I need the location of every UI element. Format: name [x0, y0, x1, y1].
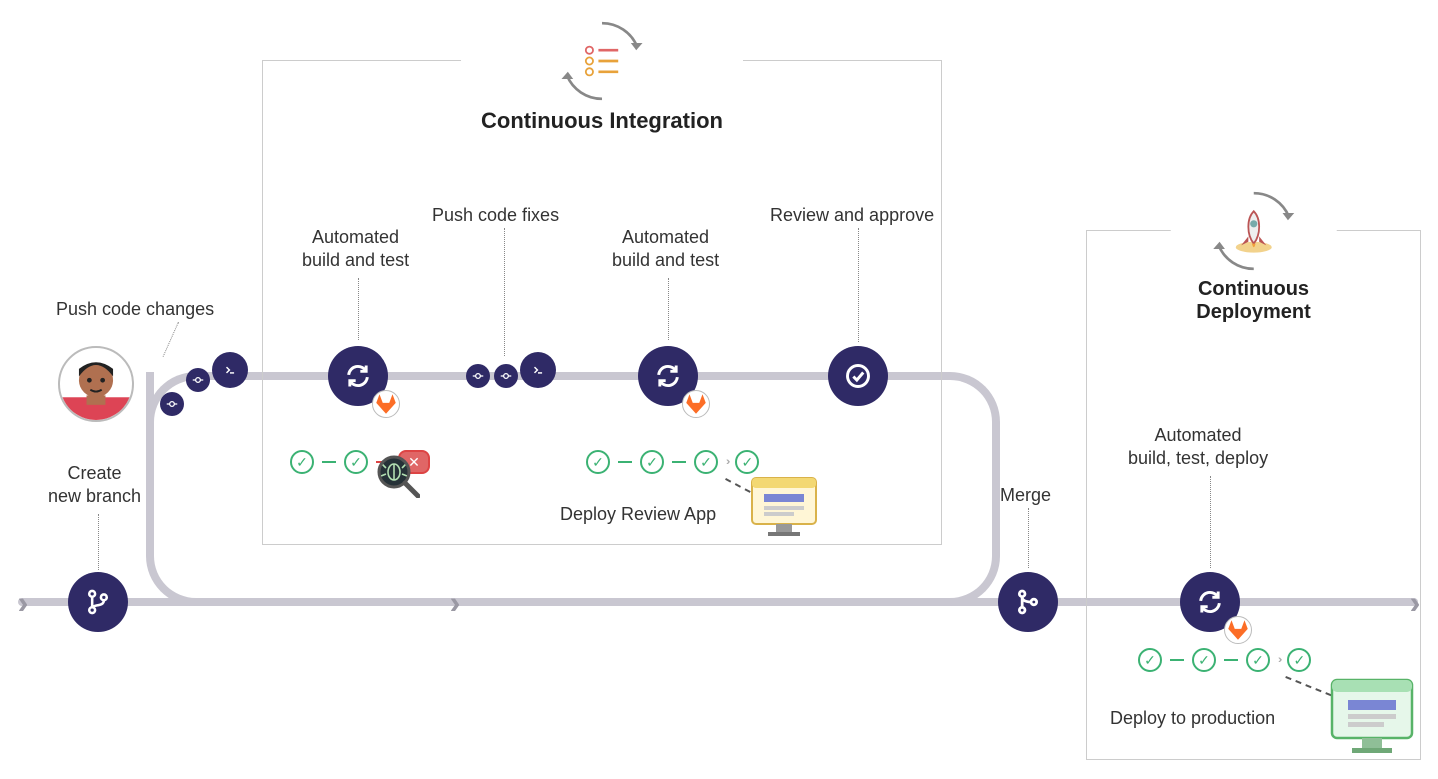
monitor-green-icon: [1330, 678, 1414, 756]
deploy-production-label: Deploy to production: [1110, 708, 1275, 729]
pipeline-status-seq3: ✓ ✓ ✓ ›› ✓: [1138, 648, 1311, 672]
pipeline-status-seq2: ✓ ✓ ✓ ›› ✓: [586, 450, 759, 474]
status-pass-icon: ✓: [694, 450, 718, 474]
build-test-1-label: Automated build and test: [302, 226, 409, 273]
build-test-2-label: Automated build and test: [612, 226, 719, 273]
status-pass-icon: ✓: [586, 450, 610, 474]
leader-line: [1028, 508, 1029, 568]
checklist-cycle-icon: [557, 16, 647, 106]
leader-line: [504, 228, 505, 356]
deploy-review-app-label: Deploy Review App: [560, 504, 716, 525]
cd-zone-header: Continuous Deployment: [1170, 186, 1337, 324]
leader-line: [163, 322, 179, 357]
status-pass-icon: ✓: [640, 450, 664, 474]
track-chevron: ››: [450, 590, 454, 618]
commit-dot-icon: [186, 368, 210, 392]
leader-line: [858, 228, 859, 342]
push-fixes-label: Push code fixes: [432, 204, 559, 227]
automated-build-test-node: [638, 346, 698, 406]
push-changes-label: Push code changes: [56, 298, 214, 321]
cicd-pipeline-diagram: ›› ›› ›› Continuous Integration: [0, 0, 1438, 779]
status-pass-icon: ✓: [1192, 648, 1216, 672]
mini-chevron-icon: ››: [1278, 654, 1279, 666]
status-pass-icon: ✓: [344, 450, 368, 474]
create-branch-label: Create new branch: [48, 462, 141, 509]
build-test-deploy-label: Automated build, test, deploy: [1128, 424, 1268, 471]
leader-line: [98, 514, 99, 570]
track-chevron: ››: [18, 590, 22, 618]
automated-build-test-node: [328, 346, 388, 406]
status-pass-icon: ✓: [290, 450, 314, 474]
ci-zone-title: Continuous Integration: [481, 108, 723, 134]
create-branch-node: [68, 572, 128, 632]
terminal-icon: [212, 352, 248, 388]
bug-magnifier-icon: [376, 454, 420, 498]
review-approve-label: Review and approve: [770, 204, 934, 227]
review-approve-node: [828, 346, 888, 406]
automated-build-test-deploy-node: [1180, 572, 1240, 632]
leader-line: [358, 278, 359, 340]
commit-dot-icon: [494, 364, 518, 388]
merge-label: Merge: [1000, 484, 1051, 507]
gitlab-icon: [1224, 616, 1252, 644]
merge-node: [998, 572, 1058, 632]
leader-line: [1210, 476, 1211, 568]
status-pass-icon: ✓: [1246, 648, 1270, 672]
status-pass-icon: ✓: [1138, 648, 1162, 672]
mini-chevron-icon: ››: [726, 456, 727, 468]
leader-line: [668, 278, 669, 340]
terminal-icon: [520, 352, 556, 388]
status-pass-icon: ✓: [735, 450, 759, 474]
rocket-cycle-icon: [1209, 186, 1299, 276]
ci-zone-header: Continuous Integration: [461, 16, 743, 134]
commit-dot-icon: [160, 392, 184, 416]
commit-dot-icon: [466, 364, 490, 388]
person-avatar-icon: [58, 346, 134, 422]
monitor-yellow-icon: [750, 476, 818, 538]
gitlab-icon: [682, 390, 710, 418]
cd-zone-title: Continuous Deployment: [1190, 278, 1317, 324]
status-pass-icon: ✓: [1287, 648, 1311, 672]
gitlab-icon: [372, 390, 400, 418]
